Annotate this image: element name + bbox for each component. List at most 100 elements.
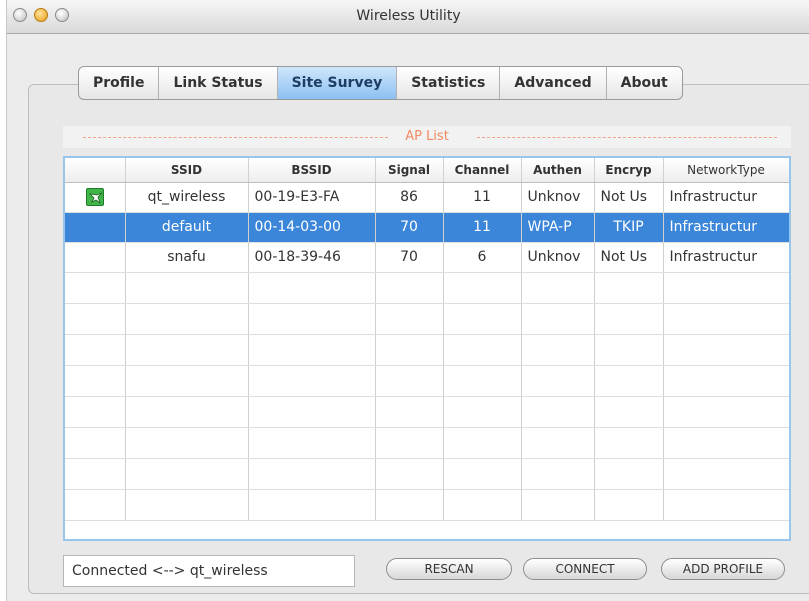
- tab-bar: Profile Link Status Site Survey Statisti…: [78, 66, 683, 100]
- empty-cell: [248, 365, 376, 397]
- empty-table-row: [65, 272, 789, 304]
- empty-cell: [663, 489, 789, 521]
- window-title: Wireless Utility: [356, 8, 461, 24]
- column-header-channel[interactable]: Channel: [443, 158, 522, 183]
- cell-channel: 11: [443, 212, 522, 243]
- ap-list-header: AP List: [63, 126, 791, 148]
- ap-list-table[interactable]: SSID BSSID Signal Channel Authen Encryp …: [63, 156, 791, 541]
- column-header-authen[interactable]: Authen: [521, 158, 595, 183]
- empty-cell: [125, 365, 249, 397]
- cell-ssid: qt_wireless: [125, 182, 249, 213]
- empty-cell: [521, 396, 595, 428]
- empty-cell: [594, 427, 664, 459]
- empty-cell: [521, 489, 595, 521]
- empty-cell: [65, 396, 126, 428]
- empty-cell: [443, 458, 522, 490]
- column-header-signal[interactable]: Signal: [375, 158, 444, 183]
- empty-table-row: [65, 489, 789, 521]
- empty-cell: [65, 427, 126, 459]
- empty-cell: [65, 365, 126, 397]
- empty-cell: [248, 272, 376, 304]
- empty-cell: [125, 396, 249, 428]
- empty-cell: [375, 303, 444, 335]
- cell-encryp: Not Us: [594, 242, 664, 273]
- column-header-encryp[interactable]: Encryp: [594, 158, 664, 183]
- connected-icon: [85, 188, 104, 206]
- cell-channel: 6: [443, 242, 522, 273]
- add-profile-button[interactable]: ADD PROFILE: [661, 558, 785, 580]
- empty-cell: [663, 396, 789, 428]
- table-header-row: SSID BSSID Signal Channel Authen Encryp …: [65, 158, 789, 183]
- cell-network-type: Infrastructur: [663, 242, 789, 273]
- empty-cell: [521, 334, 595, 366]
- row-icon-cell: [65, 242, 126, 273]
- rescan-button[interactable]: RESCAN: [386, 558, 512, 580]
- cell-authen: WPA-P: [521, 212, 595, 243]
- empty-cell: [375, 458, 444, 490]
- empty-cell: [375, 489, 444, 521]
- empty-cell: [594, 365, 664, 397]
- empty-cell: [663, 427, 789, 459]
- empty-cell: [594, 334, 664, 366]
- cell-signal: 70: [375, 212, 444, 243]
- empty-cell: [125, 303, 249, 335]
- column-header-network-type[interactable]: NetworkType: [663, 158, 789, 183]
- tab-link-status[interactable]: Link Status: [159, 67, 278, 99]
- cell-bssid: 00-18-39-46: [248, 242, 376, 273]
- tab-site-survey[interactable]: Site Survey: [277, 67, 398, 99]
- cell-channel: 11: [443, 182, 522, 213]
- table-row[interactable]: qt_wireless 00-19-E3-FA 86 11 Unknov Not…: [65, 182, 789, 213]
- empty-cell: [65, 334, 126, 366]
- cell-encryp: TKIP: [594, 212, 664, 243]
- cell-ssid: default: [125, 212, 249, 243]
- empty-cell: [443, 334, 522, 366]
- column-header-icon[interactable]: [65, 158, 126, 183]
- empty-cell: [248, 427, 376, 459]
- empty-cell: [443, 272, 522, 304]
- empty-cell: [375, 427, 444, 459]
- empty-cell: [594, 396, 664, 428]
- empty-cell: [125, 427, 249, 459]
- empty-cell: [65, 303, 126, 335]
- cell-authen: Unknov: [521, 242, 595, 273]
- column-header-bssid[interactable]: BSSID: [248, 158, 376, 183]
- cell-authen: Unknov: [521, 182, 595, 213]
- empty-cell: [65, 458, 126, 490]
- empty-cell: [663, 365, 789, 397]
- connect-button[interactable]: CONNECT: [523, 558, 647, 580]
- tab-profile[interactable]: Profile: [79, 67, 160, 99]
- empty-cell: [443, 489, 522, 521]
- empty-cell: [248, 303, 376, 335]
- tab-about[interactable]: About: [607, 67, 682, 99]
- ap-list-title: AP List: [401, 129, 453, 144]
- cell-signal: 70: [375, 242, 444, 273]
- tab-statistics[interactable]: Statistics: [397, 67, 501, 99]
- empty-cell: [125, 334, 249, 366]
- title-bar[interactable]: Wireless Utility: [7, 0, 809, 34]
- column-header-ssid[interactable]: SSID: [125, 158, 249, 183]
- cell-network-type: Infrastructur: [663, 182, 789, 213]
- table-row-selected[interactable]: default 00-14-03-00 70 11 WPA-P TKIP Inf…: [65, 212, 789, 243]
- empty-cell: [125, 272, 249, 304]
- empty-cell: [594, 272, 664, 304]
- table-row[interactable]: snafu 00-18-39-46 70 6 Unknov Not Us Inf…: [65, 242, 789, 273]
- empty-cell: [443, 427, 522, 459]
- empty-cell: [375, 334, 444, 366]
- empty-cell: [443, 365, 522, 397]
- empty-cell: [594, 303, 664, 335]
- empty-cell: [594, 489, 664, 521]
- cell-ssid: snafu: [125, 242, 249, 273]
- tab-advanced[interactable]: Advanced: [500, 67, 607, 99]
- empty-cell: [248, 489, 376, 521]
- empty-cell: [663, 303, 789, 335]
- cell-bssid: 00-14-03-00: [248, 212, 376, 243]
- empty-cell: [521, 272, 595, 304]
- empty-table-row: [65, 427, 789, 459]
- empty-cell: [375, 396, 444, 428]
- empty-cell: [521, 458, 595, 490]
- empty-table-row: [65, 303, 789, 335]
- empty-cell: [521, 427, 595, 459]
- empty-table-row: [65, 334, 789, 366]
- empty-cell: [248, 396, 376, 428]
- empty-table-row: [65, 365, 789, 397]
